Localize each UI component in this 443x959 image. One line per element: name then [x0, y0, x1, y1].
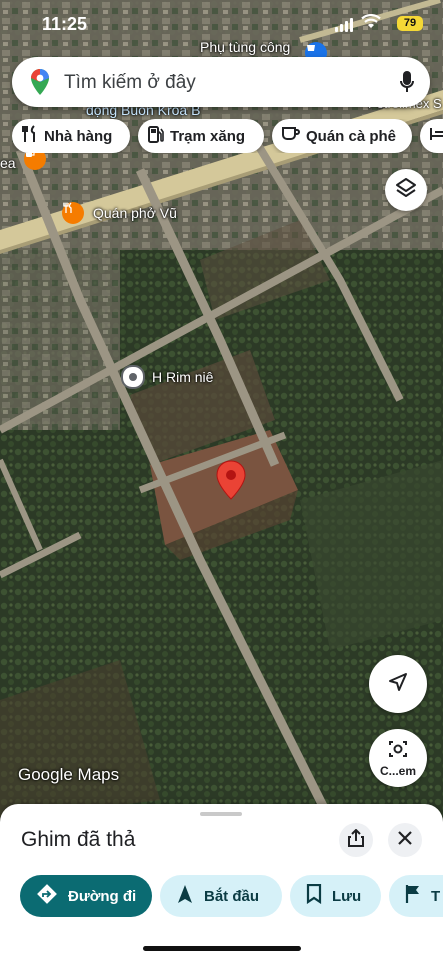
map-label-ea[interactable]: ea — [0, 155, 16, 171]
chip-restaurants[interactable]: Nhà hàng — [12, 119, 130, 153]
location-arrow-icon — [387, 671, 409, 698]
chip-label: Nhà hàng — [44, 127, 113, 145]
chip-cafes[interactable]: Quán cà phê — [272, 119, 412, 153]
microphone-icon[interactable] — [400, 70, 414, 99]
share-icon — [348, 828, 364, 852]
action-buttons: Đường đi Bắt đầu Lưu T — [20, 875, 443, 917]
sheet-drag-handle[interactable] — [200, 812, 242, 816]
map-layers-button[interactable] — [385, 169, 427, 211]
label-button-text: T — [431, 887, 441, 905]
chip-gas-stations[interactable]: Trạm xăng — [138, 119, 264, 153]
directions-icon — [36, 883, 58, 909]
bottom-sheet[interactable]: Ghim đã thả Đường đi Bắt đầu Lưu T — [0, 804, 443, 959]
share-button[interactable] — [339, 823, 373, 857]
google-maps-pin-icon — [30, 68, 50, 101]
directions-button[interactable]: Đường đi — [20, 875, 152, 917]
navigation-arrow-icon — [176, 884, 194, 908]
wifi-icon — [361, 14, 381, 35]
camera-lens-icon — [388, 739, 408, 764]
status-bar: 11:25 79 — [0, 0, 443, 52]
start-label: Bắt đầu — [204, 887, 260, 905]
gas-pump-icon — [148, 125, 164, 147]
save-label: Lưu — [332, 887, 362, 905]
chip-hotels[interactable] — [420, 119, 443, 153]
flag-icon — [405, 884, 421, 908]
home-indicator[interactable] — [143, 946, 301, 951]
map-label-h-rim-nie[interactable]: H Rim niê — [152, 369, 213, 385]
chip-label: Trạm xăng — [170, 127, 246, 145]
bed-icon — [430, 127, 443, 145]
search-bar[interactable] — [12, 57, 430, 107]
sheet-title: Ghim đã thả — [21, 828, 136, 851]
signal-icon — [335, 18, 353, 32]
close-button[interactable] — [388, 823, 422, 857]
coffee-cup-icon — [282, 126, 300, 146]
search-input[interactable] — [62, 67, 386, 99]
start-button[interactable]: Bắt đầu — [160, 875, 282, 917]
layers-icon — [395, 177, 417, 204]
clock: 11:25 — [42, 14, 88, 34]
google-maps-logo: Google Maps — [18, 765, 120, 784]
my-location-button[interactable] — [369, 655, 427, 713]
map-label-pho-vu[interactable]: Quán phở Vũ — [93, 205, 177, 221]
close-icon — [398, 830, 412, 850]
camera-search-button[interactable]: C...em — [369, 729, 427, 787]
fork-knife-icon — [22, 125, 38, 147]
chip-label: Quán cà phê — [306, 127, 397, 145]
battery-indicator: 79 — [397, 16, 423, 31]
restaurant-pin-icon[interactable] — [62, 202, 84, 224]
label-button[interactable]: T — [389, 875, 443, 917]
place-pin-icon[interactable] — [121, 365, 145, 389]
category-chips: Nhà hàng Trạm xăng Quán cà phê — [12, 119, 443, 153]
camera-search-label: C...em — [379, 764, 416, 778]
save-button[interactable]: Lưu — [290, 875, 381, 917]
directions-label: Đường đi — [68, 887, 137, 905]
bookmark-icon — [306, 883, 322, 908]
